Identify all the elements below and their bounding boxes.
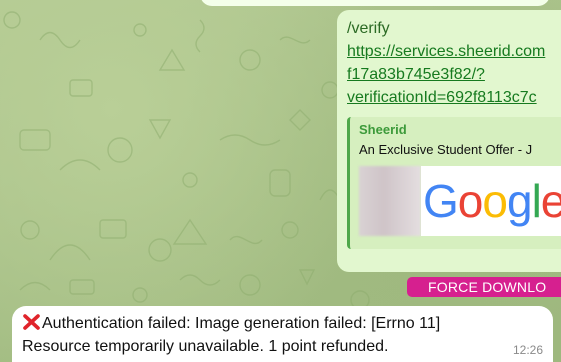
google-logo-letter-o1: o — [457, 175, 484, 227]
google-logo: Google — [421, 166, 561, 236]
verification-link-line-2[interactable]: f17a83b745e3f82/? — [347, 63, 561, 86]
verification-link-line-1[interactable]: https://services.sheerid.com — [347, 40, 561, 63]
outgoing-message-bubble: /verify https://services.sheerid.com f17… — [337, 10, 561, 272]
incoming-message-bubble: Authentication failed: Image generation … — [12, 306, 553, 362]
error-message-line-2: Resource temporarily unavailable. 1 poin… — [22, 338, 389, 355]
verification-link-line-3[interactable]: verificationId=692f8113c7c — [347, 86, 561, 109]
force-download-button[interactable]: FORCE DOWNLO — [407, 277, 561, 297]
link-preview-title: An Exclusive Student Offer - J — [359, 142, 533, 157]
verify-command-text: /verify — [347, 20, 390, 37]
google-logo-letter-o2: o — [482, 175, 508, 227]
error-message-line-1: Authentication failed: Image generation … — [42, 315, 441, 332]
google-logo-letter-g: G — [423, 175, 459, 227]
link-preview-images: Google — [359, 166, 561, 236]
error-message-text: Authentication failed: Image generation … — [22, 312, 541, 358]
link-preview-card[interactable]: Sheerid An Exclusive Student Offer - J G… — [347, 117, 561, 249]
previous-message-bubble — [200, 0, 550, 6]
google-logo-letter-e: e — [540, 175, 561, 227]
message-timestamp: 12:26 — [512, 343, 543, 357]
blurred-thumbnail — [359, 166, 421, 236]
link-preview-site-name: Sheerid — [359, 122, 407, 137]
red-cross-mark-icon — [22, 314, 41, 330]
google-logo-letter-g2: g — [506, 175, 533, 227]
google-logo-letter-l: l — [531, 175, 542, 227]
